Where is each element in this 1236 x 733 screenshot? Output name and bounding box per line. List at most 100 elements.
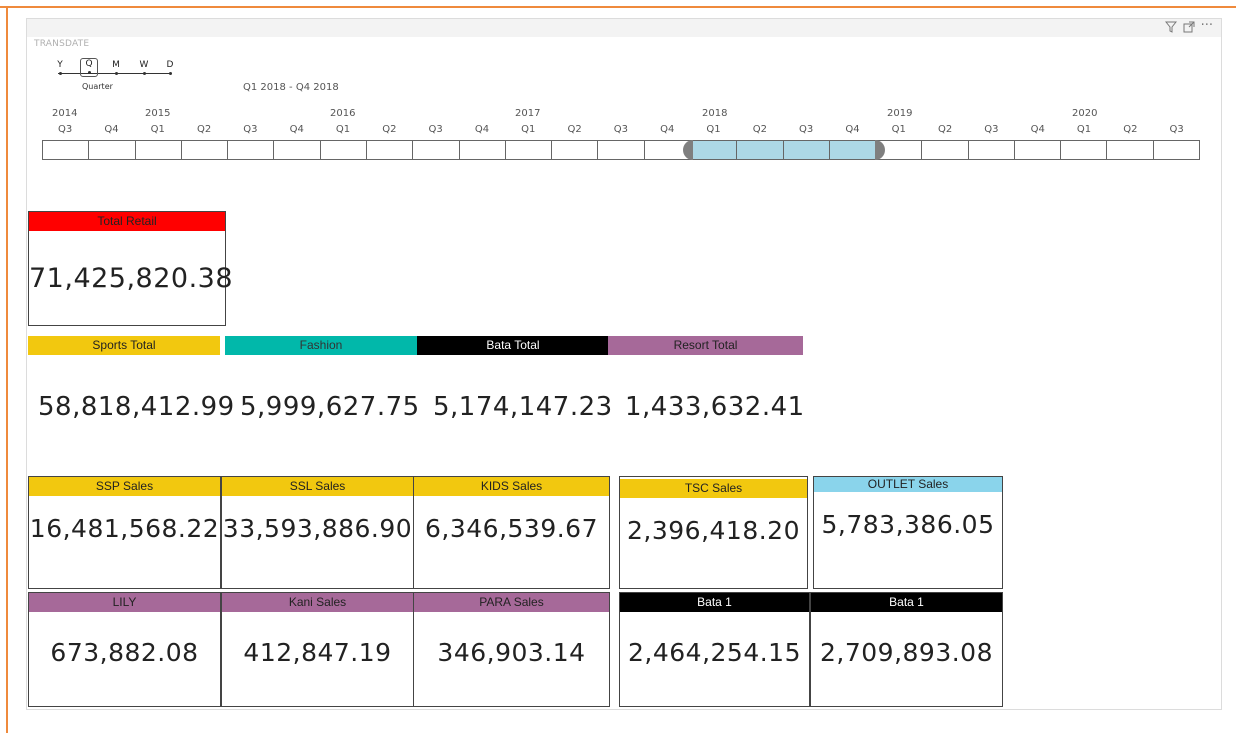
bata-1-card[interactable]: Bata 1 2,709,893.08 (810, 592, 1003, 707)
kids-sales-card[interactable]: KIDS Sales 6,346,539.67 (413, 476, 610, 589)
outlet-sales-card[interactable]: OUTLET Sales 5,783,386.05 (813, 476, 1003, 589)
selected-range-label: Q1 2018 - Q4 2018 (243, 82, 339, 93)
timeline-bar[interactable] (42, 140, 1200, 160)
quarter-label: Q4 (845, 124, 860, 135)
card-value: 412,847.19 (243, 638, 392, 667)
quarter-label: Q1 (335, 124, 351, 135)
quarter-label: Q1 (1076, 124, 1092, 135)
card-title: Bata Total (486, 338, 540, 352)
granularity-year[interactable]: Y (52, 60, 68, 75)
year-label: 2020 (1072, 108, 1098, 119)
card-title: Kani Sales (222, 593, 413, 612)
fashion-value: 5,999,627.75 (240, 392, 420, 422)
timeline-cell[interactable] (969, 141, 1015, 159)
timeline-cell-selected[interactable] (783, 141, 830, 159)
timeline-cell[interactable] (321, 141, 367, 159)
timeline-cell[interactable] (89, 141, 136, 159)
year-label: 2019 (887, 108, 913, 119)
year-label: 2014 (52, 108, 78, 119)
timeline-cell[interactable] (1107, 141, 1154, 159)
card-value: 2,464,254.15 (628, 638, 801, 667)
para-sales-card[interactable]: PARA Sales 346,903.14 (413, 592, 610, 707)
quarter-label: Q1 (891, 124, 906, 135)
quarter-label: Q3 (613, 124, 629, 135)
year-label: 2015 (145, 108, 171, 119)
ssl-sales-card[interactable]: SSL Sales 33,593,886.90 (221, 476, 414, 589)
granularity-week[interactable]: W (136, 60, 152, 75)
lily-card[interactable]: LILY 673,882.08 (28, 592, 221, 707)
visual-header-icons: ··· (1164, 19, 1213, 36)
timeline-cell[interactable] (1015, 141, 1062, 159)
quarter-label: Q3 (1169, 124, 1184, 135)
timeline-cell[interactable] (228, 141, 275, 159)
quarter-label: Q3 (984, 124, 999, 135)
granularity-caption: Quarter (82, 82, 113, 91)
more-options-icon[interactable]: ··· (1201, 19, 1213, 36)
filter-icon[interactable] (1164, 21, 1177, 36)
sports-total-value: 58,818,412.99 (38, 392, 235, 422)
tsc-sales-card[interactable]: TSC Sales 2,396,418.20 (619, 476, 808, 589)
report-frame-left-border (6, 6, 8, 733)
focus-mode-icon[interactable] (1183, 21, 1195, 36)
timeline-cell[interactable] (598, 141, 645, 159)
timeline-cell[interactable] (552, 141, 599, 159)
quarter-label: Q3 (243, 124, 258, 135)
visual-header (27, 19, 1221, 37)
card-title: Total Retail (29, 212, 225, 231)
bata-total-card[interactable]: Bata Total (417, 336, 609, 355)
year-label: 2017 (515, 108, 541, 119)
bata-total-value: 5,174,147.23 (433, 392, 613, 422)
card-value: 673,882.08 (50, 638, 199, 667)
timeline-cell[interactable] (413, 141, 460, 159)
granularity-day[interactable]: D (162, 60, 178, 75)
timeline-cell-selected[interactable] (737, 141, 784, 159)
timeline-cell[interactable] (43, 141, 90, 159)
quarter-label: Q2 (1123, 124, 1138, 135)
fashion-card[interactable]: Fashion (225, 336, 417, 355)
card-value: 16,481,568.22 (29, 514, 220, 543)
year-label: 2016 (330, 108, 356, 119)
timeline-cell[interactable] (182, 141, 229, 159)
quarter-label: Q1 (521, 124, 536, 135)
timeline-cell[interactable] (1154, 141, 1199, 159)
quarter-label: Q4 (289, 124, 304, 135)
timeline-cell[interactable] (367, 141, 414, 159)
bata-1-card[interactable]: Bata 1 2,464,254.15 (619, 592, 810, 707)
quarter-label: Q3 (799, 124, 814, 135)
card-title: Resort Total (673, 338, 738, 352)
timeline-cell[interactable] (506, 141, 553, 159)
card-value: 33,593,886.90 (222, 514, 413, 543)
quarter-label: Q1 (150, 124, 165, 135)
ssp-sales-card[interactable]: SSP Sales 16,481,568.22 (28, 476, 221, 589)
card-value: 346,903.14 (437, 638, 586, 667)
card-title: OUTLET Sales (814, 477, 1002, 492)
card-value: 6,346,539.67 (425, 514, 598, 543)
quarter-label: Q3 (428, 124, 443, 135)
timeline-cell-selected[interactable] (829, 141, 877, 159)
timeline-cell[interactable] (136, 141, 182, 159)
timeline-cell[interactable] (274, 141, 321, 159)
card-value: 5,783,386.05 (821, 510, 995, 539)
card-value: 71,425,820.38 (29, 263, 234, 294)
timeline-cell[interactable] (922, 141, 969, 159)
timeline-cell[interactable] (1061, 141, 1108, 159)
card-title: TSC Sales (620, 479, 807, 498)
kani-sales-card[interactable]: Kani Sales 412,847.19 (221, 592, 414, 707)
timeline-cell-selected[interactable] (690, 141, 738, 159)
quarter-label: Q2 (937, 124, 953, 135)
card-title: SSP Sales (29, 477, 220, 496)
granularity-month[interactable]: M (108, 60, 124, 75)
sports-total-card[interactable]: Sports Total (28, 336, 220, 355)
card-title: LILY (29, 593, 220, 612)
slicer-title: TRANSDATE (34, 39, 90, 49)
timeline-cell[interactable] (460, 141, 506, 159)
granularity-selector[interactable]: Y Q M W D Quarter (52, 58, 182, 92)
timeline-years: 2014 2015 2016 2017 2018 2019 2020 (42, 108, 1200, 122)
year-label: 2018 (702, 108, 728, 119)
total-retail-card[interactable]: Total Retail 71,425,820.38 (28, 211, 234, 326)
granularity-quarter[interactable]: Q (80, 58, 98, 77)
card-title: KIDS Sales (414, 477, 609, 496)
quarter-label: Q2 (567, 124, 582, 135)
card-title: Bata 1 (811, 593, 1002, 612)
resort-total-card[interactable]: Resort Total (608, 336, 803, 355)
